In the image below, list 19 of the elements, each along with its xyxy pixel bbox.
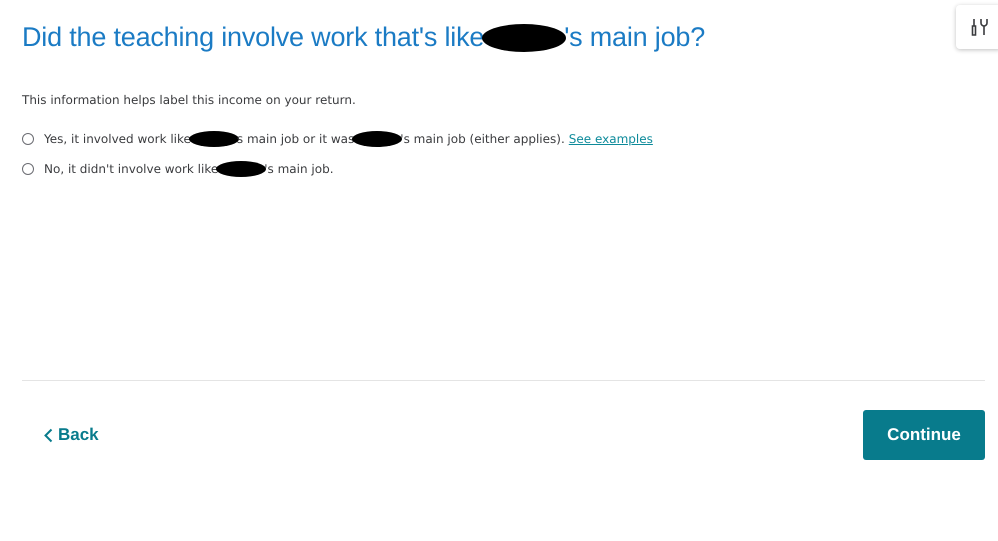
back-button[interactable]: Back (44, 425, 99, 445)
redaction-mark (216, 161, 266, 177)
tools-icon (969, 17, 989, 37)
option-label: s main job or it was (236, 132, 354, 146)
chevron-left-icon (44, 428, 53, 442)
redaction-mark (352, 131, 402, 147)
continue-button[interactable]: Continue (863, 410, 985, 460)
see-examples-link[interactable]: See examples (568, 132, 653, 146)
radio-button[interactable] (22, 133, 34, 145)
description-text: This information helps label this income on your return. (22, 93, 357, 107)
tools-button[interactable] (956, 5, 998, 49)
question-title: 's main job? (564, 22, 706, 53)
radio-button[interactable] (22, 163, 34, 175)
question-title: Did the teaching involve work that's like (22, 22, 484, 53)
option-label: Yes, it involved work like (44, 132, 191, 146)
option-label: 's main job. (264, 162, 334, 176)
option-label: 's main job (either applies). (400, 132, 565, 146)
option-label: No, it didn't involve work like (44, 162, 218, 176)
redaction-mark (188, 131, 239, 147)
